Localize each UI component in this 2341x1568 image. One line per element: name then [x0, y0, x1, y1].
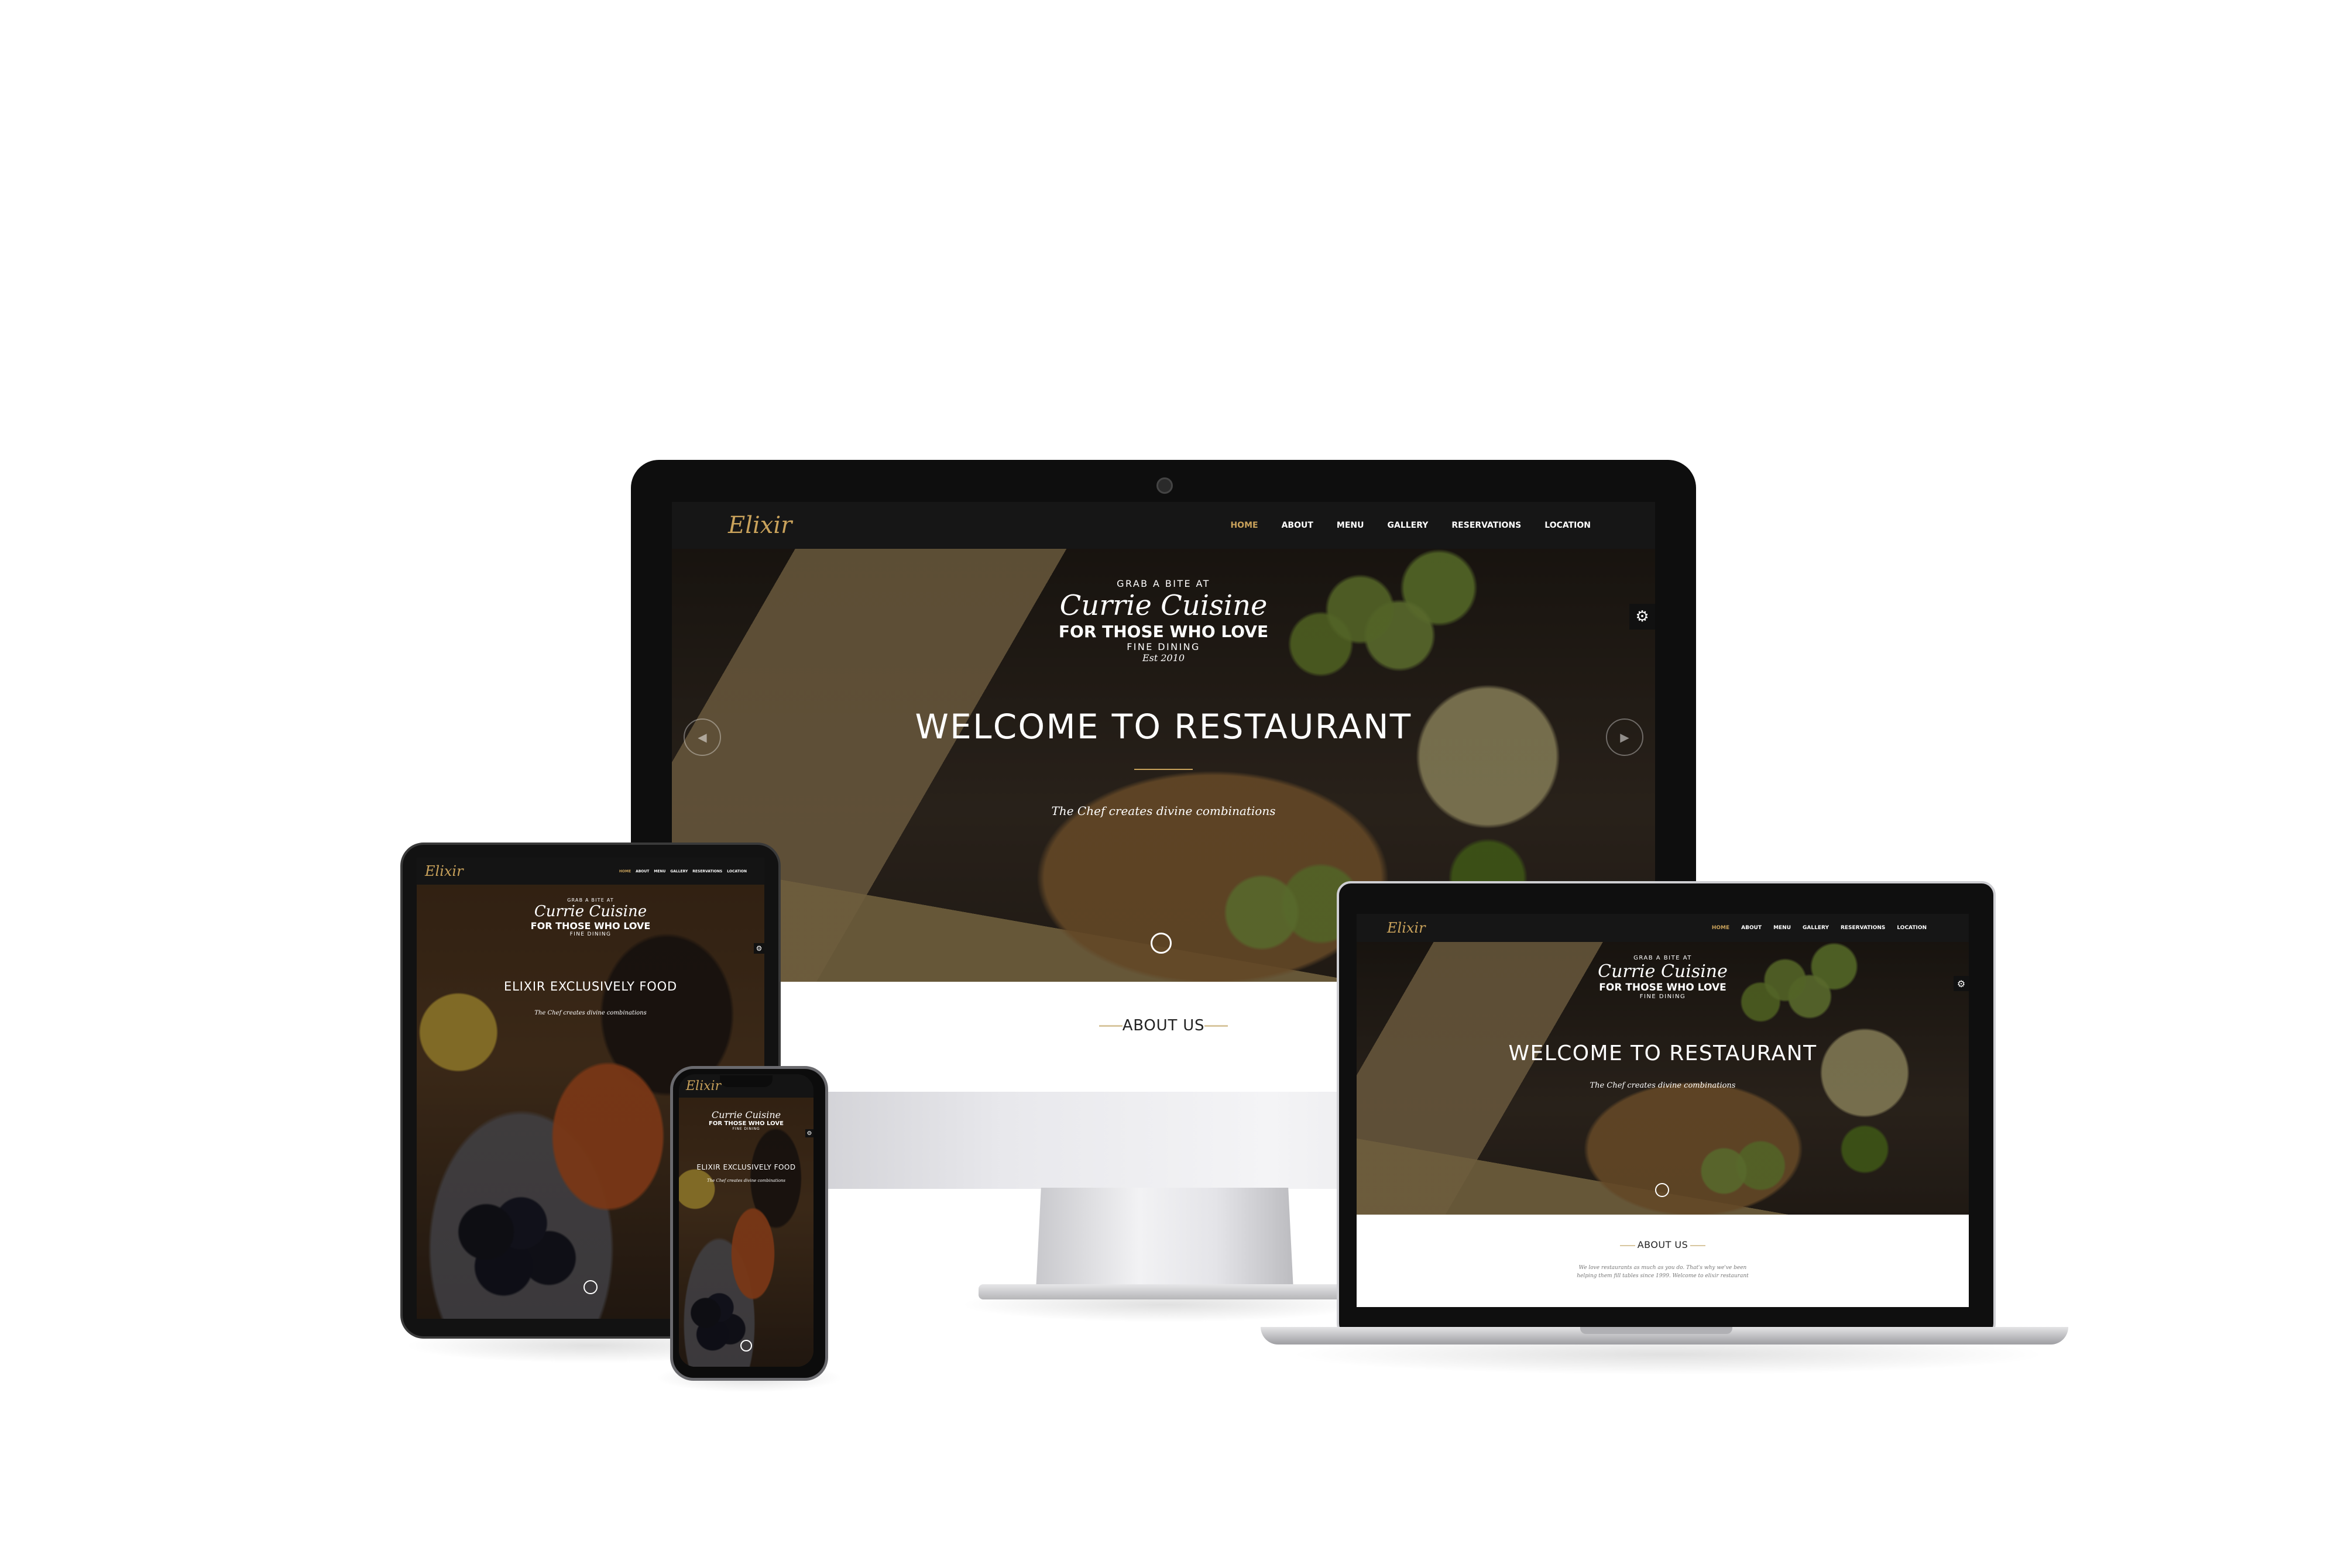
nav-menu[interactable]: MENU — [654, 869, 665, 874]
site-header: Elixir HOME ABOUT MENU GALLERY RESERVATI… — [1357, 914, 1969, 942]
nav-gallery[interactable]: GALLERY — [1803, 925, 1829, 931]
hero-divider — [1134, 769, 1193, 770]
hero-subtitle: The Chef creates divine combinations — [1051, 804, 1276, 818]
hero-slider: GRAB A BITE AT Currie Cuisine FOR THOSE … — [1357, 942, 1969, 1215]
nav-gallery[interactable]: GALLERY — [670, 869, 688, 874]
nav-location[interactable]: LOCATION — [1544, 521, 1591, 530]
badge-top: GRAB A BITE AT — [1633, 955, 1692, 961]
gear-icon: ⚙ — [1635, 608, 1649, 625]
next-slide-button[interactable]: ▶ — [1606, 718, 1643, 756]
arrow-left-icon: ◀ — [698, 730, 707, 744]
hero-overlay — [679, 1098, 813, 1367]
hero-subtitle: The Chef creates divine combinations — [1590, 1081, 1736, 1090]
hero-badge: GRAB A BITE AT Currie Cuisine FOR THOSE … — [672, 578, 1655, 663]
laptop-screen: Elixir HOME ABOUT MENU GALLERY RESERVATI… — [1357, 914, 1969, 1307]
hero-subtitle: The Chef creates divine combinations — [706, 1178, 786, 1183]
phone-screen: Elixir Currie Cuisine FOR THOSE WHO LOVE… — [679, 1074, 813, 1367]
hero-badge: GRAB A BITE AT Currie Cuisine FOR THOSE … — [417, 898, 764, 937]
nav-reservations[interactable]: RESERVATIONS — [1841, 925, 1885, 931]
nav-about[interactable]: ABOUT — [636, 869, 649, 874]
site-logo[interactable]: Elixir — [728, 512, 792, 539]
gear-icon: ⚙ — [756, 944, 763, 953]
about-section: ABOUT US We love restaurants as much as … — [1357, 1215, 1969, 1307]
nav-home[interactable]: HOME — [1230, 521, 1258, 530]
nav-home[interactable]: HOME — [619, 869, 631, 874]
about-line-right — [1690, 1245, 1705, 1246]
settings-button[interactable]: ⚙ — [1954, 976, 1969, 991]
arrow-right-icon: ▶ — [1620, 730, 1629, 744]
imac-stand-base — [979, 1284, 1353, 1299]
scroll-down-indicator[interactable] — [583, 1280, 598, 1294]
badge-main: FOR THOSE WHO LOVE — [530, 920, 651, 931]
site-header: Elixir HOME ABOUT MENU GALLERY RESERVATI… — [417, 858, 764, 885]
settings-button[interactable]: ⚙ — [754, 943, 764, 954]
nav-about[interactable]: ABOUT — [1282, 521, 1313, 530]
main-nav: HOME ABOUT MENU GALLERY RESERVATIONS LOC… — [1230, 521, 1591, 530]
nav-location[interactable]: LOCATION — [727, 869, 747, 874]
hero-badge: GRAB A BITE AT Currie Cuisine FOR THOSE … — [1357, 955, 1969, 1000]
badge-script: Currie Cuisine — [1059, 589, 1268, 622]
badge-script: Currie Cuisine — [534, 903, 647, 920]
badge-bottom: FINE DINING — [732, 1127, 760, 1131]
scroll-down-indicator[interactable] — [740, 1340, 752, 1352]
hero-title: WELCOME TO RESTAURANT — [1508, 1041, 1817, 1065]
settings-button[interactable]: ⚙ — [805, 1129, 813, 1137]
gear-icon: ⚙ — [806, 1130, 812, 1137]
about-text: We love restaurants as much as you do. T… — [1577, 1265, 1749, 1279]
badge-main: FOR THOSE WHO LOVE — [1058, 622, 1269, 641]
badge-bottom: FINE DINING — [569, 931, 612, 937]
laptop-notch — [1580, 1327, 1732, 1334]
main-nav: HOME ABOUT MENU GALLERY RESERVATIONS LOC… — [619, 869, 747, 874]
badge-script: Currie Cuisine — [1598, 961, 1728, 982]
nav-reservations[interactable]: RESERVATIONS — [1451, 521, 1521, 530]
hero-slider: Currie Cuisine FOR THOSE WHO LOVE FINE D… — [679, 1098, 813, 1367]
hero-badge: Currie Cuisine FOR THOSE WHO LOVE FINE D… — [679, 1109, 813, 1131]
about-line-right — [1204, 1025, 1228, 1027]
badge-bottom: FINE DINING — [1639, 993, 1686, 1000]
nav-location[interactable]: LOCATION — [1897, 925, 1927, 931]
hero-title: WELCOME TO RESTAURANT — [915, 707, 1412, 747]
nav-reservations[interactable]: RESERVATIONS — [692, 869, 722, 874]
site-logo[interactable]: Elixir — [425, 863, 464, 879]
nav-gallery[interactable]: GALLERY — [1388, 521, 1429, 530]
badge-script: Currie Cuisine — [711, 1109, 781, 1120]
hero-title: ELIXIR EXCLUSIVELY FOOD — [696, 1163, 796, 1171]
nav-home[interactable]: HOME — [1712, 925, 1729, 931]
prev-slide-button[interactable]: ◀ — [684, 718, 721, 756]
imac-camera — [1156, 477, 1173, 494]
scroll-down-indicator[interactable] — [1655, 1183, 1669, 1197]
settings-button[interactable]: ⚙ — [1629, 604, 1655, 630]
nav-about[interactable]: ABOUT — [1741, 925, 1762, 931]
site-header: Elixir HOME ABOUT MENU GALLERY RESERVATI… — [672, 502, 1655, 549]
phone-notch — [720, 1075, 773, 1087]
badge-est: Est 2010 — [1142, 652, 1185, 663]
badge-top: GRAB A BITE AT — [567, 898, 614, 903]
main-nav: HOME ABOUT MENU GALLERY RESERVATIONS LOC… — [1712, 925, 1927, 931]
gear-icon: ⚙ — [1956, 978, 1966, 989]
hero-subtitle: The Chef creates divine combinations — [534, 1010, 647, 1016]
scroll-down-indicator[interactable] — [1151, 933, 1172, 954]
nav-menu[interactable]: MENU — [1773, 925, 1791, 931]
badge-main: FOR THOSE WHO LOVE — [1599, 982, 1726, 993]
site-logo[interactable]: Elixir — [1387, 920, 1426, 936]
site-logo[interactable]: Elixir — [686, 1079, 721, 1094]
hero-title: ELIXIR EXCLUSIVELY FOOD — [503, 979, 678, 993]
about-title: ABOUT US — [1637, 1239, 1688, 1250]
badge-main: FOR THOSE WHO LOVE — [709, 1120, 784, 1127]
badge-top: GRAB A BITE AT — [1117, 578, 1210, 589]
badge-bottom: FINE DINING — [1127, 641, 1200, 652]
nav-menu[interactable]: MENU — [1337, 521, 1364, 530]
imac-stand — [1036, 1188, 1293, 1290]
